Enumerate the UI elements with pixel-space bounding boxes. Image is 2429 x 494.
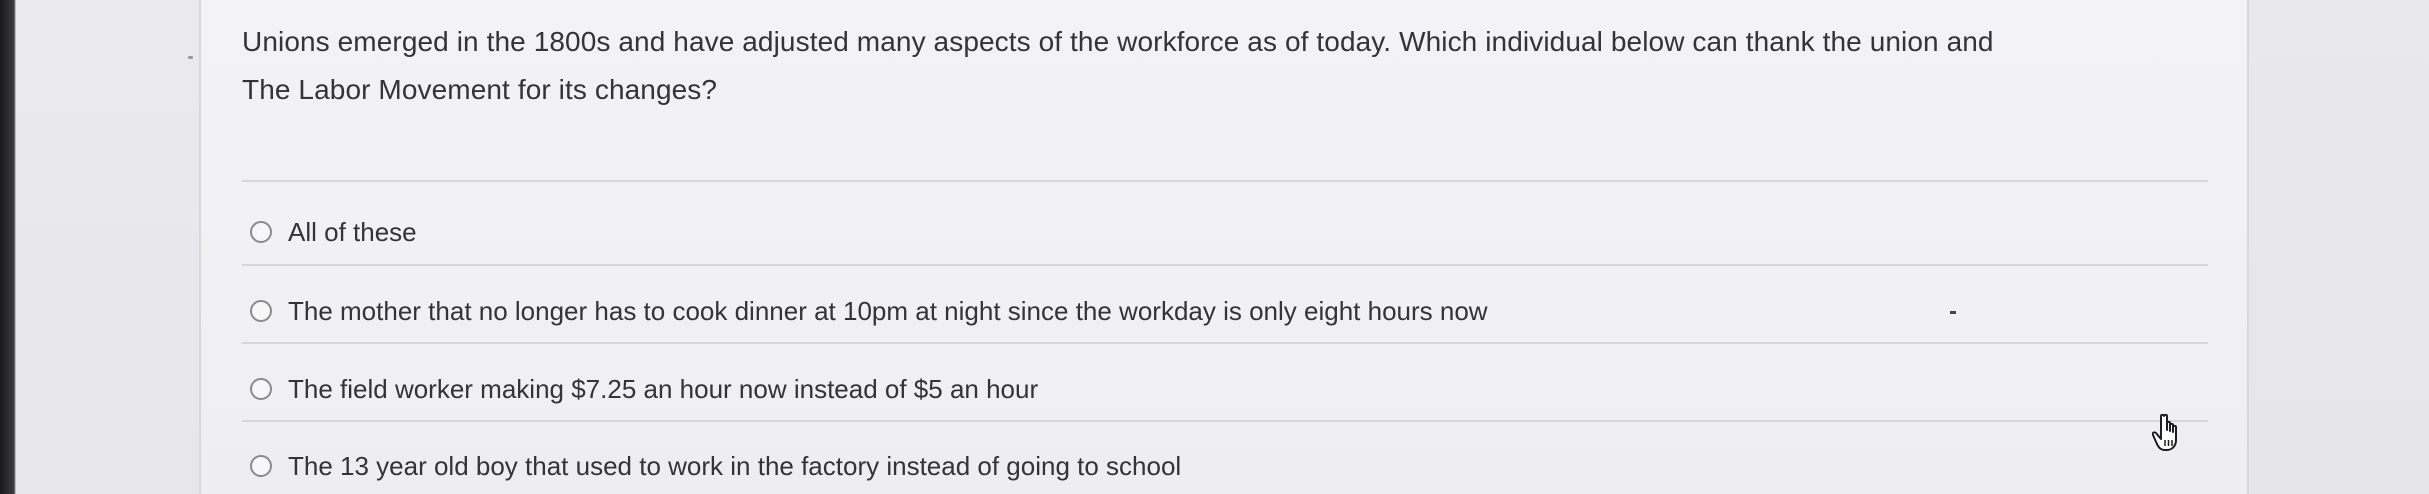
left-gutter: [16, 0, 199, 494]
radio-button[interactable]: [250, 455, 272, 477]
radio-button[interactable]: [250, 300, 272, 322]
option-label: The field worker making $7.25 an hour no…: [288, 373, 1039, 404]
radio-button[interactable]: [250, 378, 272, 400]
answer-option-boy[interactable]: The 13 year old boy that used to work in…: [250, 446, 1181, 486]
divider: [242, 342, 2208, 344]
divider: [242, 264, 2208, 266]
option-label: The 13 year old boy that used to work in…: [288, 450, 1182, 481]
gutter-marker: [188, 56, 193, 59]
answer-option-field-worker[interactable]: The field worker making $7.25 an hour no…: [250, 369, 1038, 409]
question-line-1: Unions emerged in the 1800s and have adj…: [242, 26, 1994, 57]
divider: [242, 180, 2208, 182]
right-gutter: [2249, 0, 2429, 494]
stray-mark: [1950, 311, 1956, 314]
option-label: All of these: [288, 216, 417, 247]
divider: [242, 420, 2208, 422]
answer-option-all[interactable]: All of these: [250, 212, 417, 252]
hand-pointer-icon: [2152, 413, 2177, 451]
option-label: The mother that no longer has to cook di…: [288, 295, 1488, 326]
radio-button[interactable]: [250, 221, 272, 243]
question-text: Unions emerged in the 1800s and have adj…: [242, 18, 2222, 114]
answer-option-mother[interactable]: The mother that no longer has to cook di…: [250, 291, 1488, 331]
question-line-2: The Labor Movement for its changes?: [242, 74, 718, 105]
